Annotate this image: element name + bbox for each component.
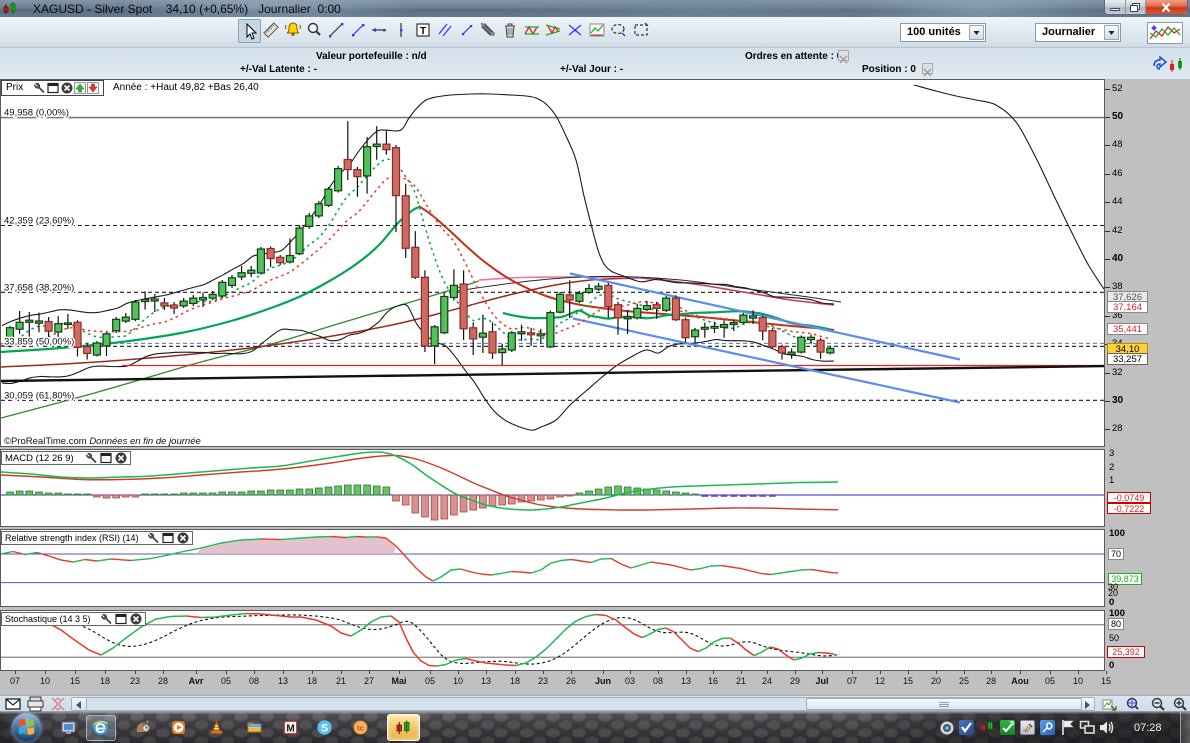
svg-text:S: S: [321, 723, 328, 735]
svg-text:37,658 (38,20%): 37,658 (38,20%): [4, 282, 74, 293]
svg-text:33,859 (50,00%): 33,859 (50,00%): [4, 336, 74, 347]
svg-text:49,958 (0,00%): 49,958 (0,00%): [4, 108, 69, 119]
svg-text:M: M: [286, 724, 294, 735]
svg-text:30,059 (61,80%): 30,059 (61,80%): [4, 390, 74, 401]
svg-text:T: T: [420, 26, 426, 37]
svg-text:42,359 (23,60%): 42,359 (23,60%): [4, 216, 74, 227]
svg-text:tc: tc: [357, 724, 364, 733]
svg-text:©ProRealTime.com Données en f: ©ProRealTime.com Données en fin de journ…: [4, 436, 201, 446]
